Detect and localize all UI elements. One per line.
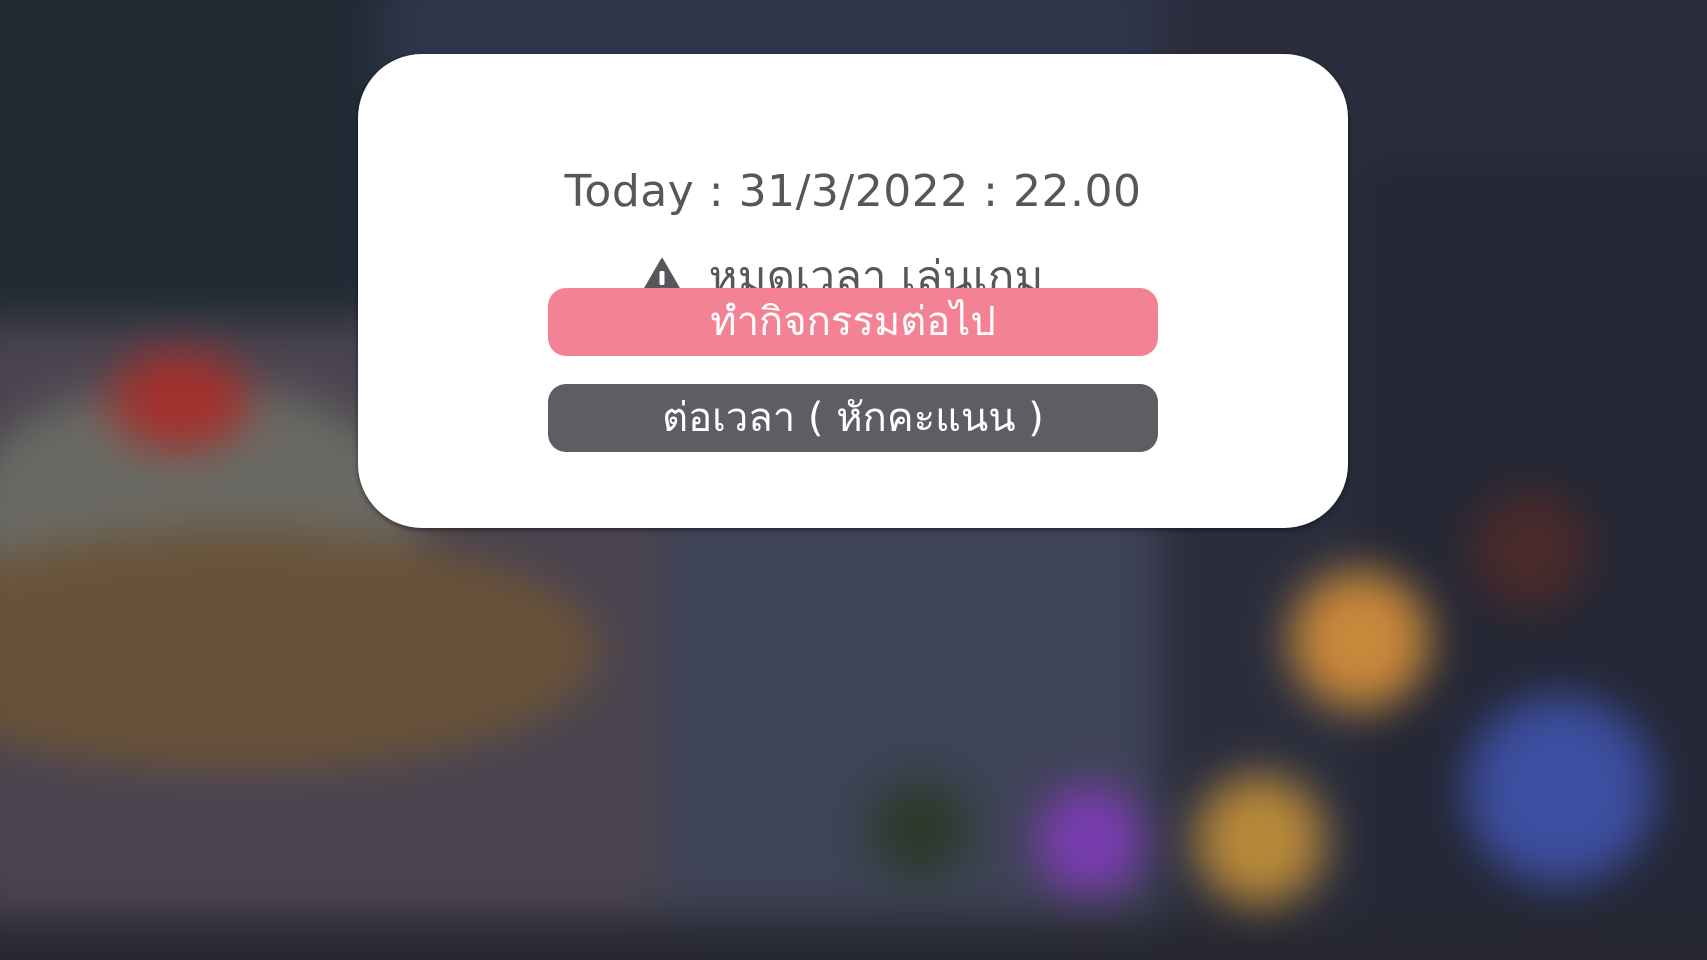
time-up-dialog: Today : 31/3/2022 : 22.00 หมดเวลา เล่นเก… [358,54,1348,528]
continue-activity-button[interactable]: ทำกิจกรรมต่อไป [548,288,1158,356]
date-time-label: Today : 31/3/2022 : 22.00 [564,166,1142,217]
extend-time-button[interactable]: ต่อเวลา ( หักคะแนน ) [548,384,1158,452]
